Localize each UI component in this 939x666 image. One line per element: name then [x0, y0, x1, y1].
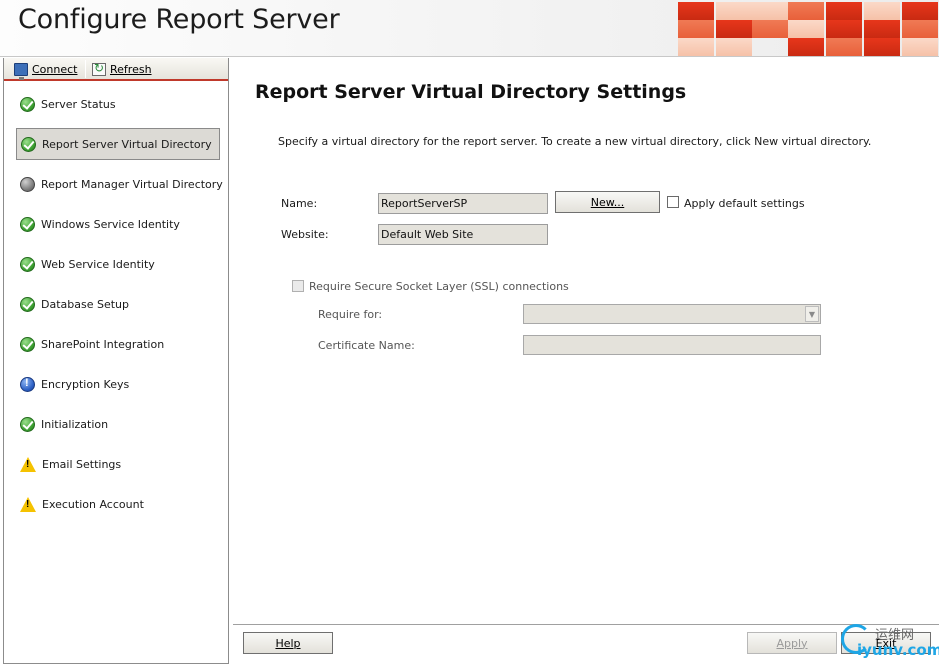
website-label: Website: — [281, 228, 329, 241]
nav-item-label: Database Setup — [41, 297, 129, 311]
navigation-panel: Connect Refresh Server Status Report Ser… — [3, 58, 229, 664]
status-ok-icon — [20, 336, 35, 352]
nav-item-windows-service-identity[interactable]: Windows Service Identity — [16, 208, 220, 240]
status-ok-icon — [20, 416, 35, 432]
apply-default-settings-checkbox[interactable] — [667, 196, 679, 208]
apply-button-label: Apply — [776, 636, 808, 650]
status-ok-icon — [20, 296, 35, 312]
refresh-label: Refresh — [110, 62, 152, 76]
nav-item-label: Server Status — [41, 97, 116, 111]
nav-item-server-status[interactable]: Server Status — [16, 88, 220, 120]
watermark-en-text: iyunv.com — [857, 641, 939, 659]
status-ok-icon — [20, 96, 35, 112]
require-for-dropdown[interactable]: ▼ — [523, 304, 821, 324]
connect-button[interactable]: Connect — [10, 60, 81, 80]
page-description: Specify a virtual directory for the repo… — [278, 135, 872, 148]
nav-item-database-setup[interactable]: Database Setup — [16, 288, 220, 320]
nav-list: Server Status Report Server Virtual Dire… — [16, 88, 223, 528]
help-button-label: Help — [275, 636, 301, 650]
nav-item-execution-account[interactable]: Execution Account — [16, 488, 220, 520]
apply-button[interactable]: Apply — [747, 632, 837, 654]
nav-item-initialization[interactable]: Initialization — [16, 408, 220, 440]
nav-item-web-service-identity[interactable]: Web Service Identity — [16, 248, 220, 280]
nav-item-report-manager-virtual-directory[interactable]: Report Manager Virtual Directory — [16, 168, 223, 200]
site-watermark: 运维网 iyunv.com — [837, 620, 939, 664]
name-label: Name: — [281, 197, 318, 210]
toolbar-separator — [85, 60, 86, 78]
require-ssl-label: Require Secure Socket Layer (SSL) connec… — [309, 280, 569, 293]
nav-item-label: Web Service Identity — [41, 257, 155, 271]
nav-item-label: SharePoint Integration — [41, 337, 165, 351]
nav-item-label: Report Server Virtual Directory — [42, 137, 212, 151]
nav-item-report-server-virtual-directory[interactable]: Report Server Virtual Directory — [16, 128, 220, 160]
page-title: Report Server Virtual Directory Settings — [255, 81, 687, 103]
connect-label: Connect — [32, 62, 78, 76]
require-for-label: Require for: — [318, 308, 383, 321]
name-field[interactable]: ReportServerSP — [378, 193, 548, 214]
banner-decoration — [676, 0, 939, 56]
certificate-name-field[interactable] — [523, 335, 821, 355]
chevron-down-icon: ▼ — [805, 306, 819, 322]
header-banner: Configure Report Server — [0, 0, 939, 57]
website-field[interactable]: Default Web Site — [378, 224, 548, 245]
nav-item-email-settings[interactable]: Email Settings — [16, 448, 220, 480]
new-button-label: New... — [590, 195, 625, 209]
nav-toolbar: Connect Refresh — [4, 58, 228, 81]
help-button[interactable]: Help — [243, 632, 333, 654]
warning-icon — [20, 456, 36, 472]
nav-item-label: Execution Account — [42, 497, 144, 511]
require-ssl-checkbox[interactable] — [292, 280, 304, 292]
status-ok-icon — [20, 216, 35, 232]
nav-item-label: Encryption Keys — [41, 377, 130, 391]
refresh-icon — [92, 61, 106, 76]
refresh-button[interactable]: Refresh — [88, 60, 156, 78]
window-title: Configure Report Server — [18, 4, 340, 35]
nav-item-encryption-keys[interactable]: Encryption Keys — [16, 368, 220, 400]
nav-item-label: Initialization — [41, 417, 109, 431]
nav-item-label: Email Settings — [42, 457, 122, 471]
status-ok-icon — [20, 256, 35, 272]
status-ok-icon — [21, 136, 36, 152]
new-virtual-directory-button[interactable]: New... — [555, 191, 660, 213]
computer-icon — [14, 62, 28, 80]
footer-divider — [233, 624, 939, 625]
settings-panel: Report Server Virtual Directory Settings… — [233, 58, 939, 666]
warning-icon — [20, 496, 36, 512]
nav-item-label: Report Manager Virtual Directory — [41, 177, 223, 191]
nav-item-sharepoint-integration[interactable]: SharePoint Integration — [16, 328, 220, 360]
nav-item-label: Windows Service Identity — [41, 217, 180, 231]
apply-default-settings-label: Apply default settings — [684, 197, 805, 210]
status-info-icon — [20, 376, 35, 392]
certificate-name-label: Certificate Name: — [318, 339, 415, 352]
status-unconfigured-icon — [20, 176, 35, 192]
